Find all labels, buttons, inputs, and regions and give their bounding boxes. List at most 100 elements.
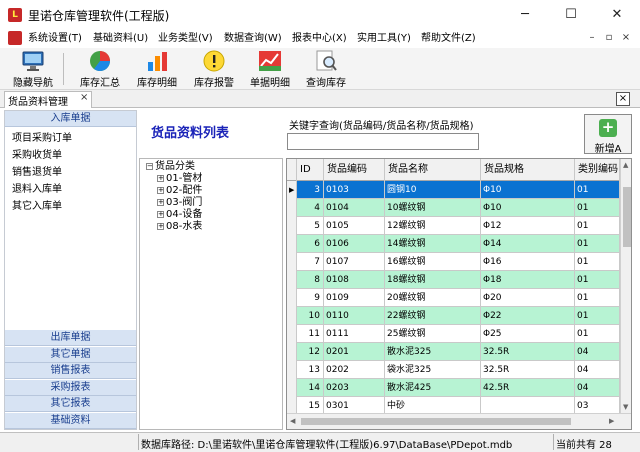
expand-icon[interactable]: + — [157, 175, 164, 182]
stock-detail-button[interactable]: 库存明细 — [130, 48, 184, 90]
cell-code[interactable]: 0103 — [324, 181, 385, 199]
nav-header-purchase-report[interactable]: 采购报表 — [5, 380, 136, 396]
nav-header-sales-report[interactable]: 销售报表 — [5, 363, 136, 379]
scroll-right-icon[interactable]: ▶ — [609, 417, 614, 425]
row-indicator[interactable] — [287, 271, 297, 289]
nav-header-inbound[interactable]: 入库单据 — [5, 111, 136, 127]
table-row[interactable]: 8 0108 18螺纹钢 Φ18 01 — [287, 271, 620, 289]
panel-close-icon[interactable]: × — [616, 92, 630, 106]
horizontal-scrollbar[interactable]: ◀ ▶ — [287, 413, 631, 429]
tree-node[interactable]: +01-管材 — [157, 173, 202, 185]
tree-root[interactable]: − 货品分类 — [146, 161, 195, 173]
expand-icon[interactable]: + — [157, 211, 164, 218]
table-row[interactable]: 12 0201 散水泥325 32.5R 04 — [287, 343, 620, 361]
cell-code[interactable]: 0105 — [324, 217, 385, 235]
nav-header-other-bills[interactable]: 其它单据 — [5, 347, 136, 363]
tree-node[interactable]: +03-阀门 — [157, 197, 202, 209]
tree-node[interactable]: +08-水表 — [157, 221, 202, 233]
table-row[interactable]: 6 0106 14螺纹钢 Φ14 01 — [287, 235, 620, 253]
table-row[interactable]: 9 0109 20螺纹钢 Φ20 01 — [287, 289, 620, 307]
cell-name[interactable]: 圆钢10 — [385, 181, 481, 199]
cell-name[interactable]: 16螺纹钢 — [385, 253, 481, 271]
stock-summary-button[interactable]: 库存汇总 — [73, 48, 127, 90]
scroll-down-icon[interactable]: ▼ — [623, 403, 628, 411]
cell-spec[interactable]: Φ10 — [481, 181, 575, 199]
cell-cat[interactable]: 01 — [575, 271, 620, 289]
cell-code[interactable]: 0301 — [324, 397, 385, 413]
table-row[interactable]: 15 0301 中砂 03 — [287, 397, 620, 413]
cell-code[interactable]: 0110 — [324, 307, 385, 325]
cell-code[interactable]: 0109 — [324, 289, 385, 307]
cell-cat[interactable]: 04 — [575, 343, 620, 361]
cell-spec[interactable]: 42.5R — [481, 379, 575, 397]
cell-code[interactable]: 0104 — [324, 199, 385, 217]
table-row[interactable]: 14 0203 散水泥425 42.5R 04 — [287, 379, 620, 397]
row-indicator[interactable] — [287, 361, 297, 379]
cell-spec[interactable] — [481, 397, 575, 413]
cell-code[interactable]: 0106 — [324, 235, 385, 253]
nav-item-sales-return[interactable]: 销售退货单 — [12, 165, 62, 181]
cell-id[interactable]: 6 — [297, 235, 324, 253]
cell-name[interactable]: 14螺纹钢 — [385, 235, 481, 253]
tab-close-icon[interactable]: × — [80, 92, 88, 103]
maximize-button[interactable]: ☐ — [548, 0, 594, 30]
table-row[interactable]: 7 0107 16螺纹钢 Φ16 01 — [287, 253, 620, 271]
menu-data-query[interactable]: 数据查询(W) — [224, 31, 282, 47]
cell-id[interactable]: 9 — [297, 289, 324, 307]
scroll-thumb[interactable] — [623, 187, 631, 247]
row-indicator[interactable] — [287, 379, 297, 397]
cell-cat[interactable]: 01 — [575, 217, 620, 235]
query-stock-button[interactable]: 查询库存 — [299, 48, 353, 90]
row-indicator[interactable] — [287, 307, 297, 325]
expand-icon[interactable]: + — [157, 223, 164, 230]
row-indicator[interactable] — [287, 397, 297, 413]
menu-basic-data[interactable]: 基础资料(U) — [93, 31, 148, 47]
cell-spec[interactable]: Φ14 — [481, 235, 575, 253]
cell-spec[interactable]: Φ20 — [481, 289, 575, 307]
table-row[interactable]: 11 0111 25螺纹钢 Φ25 01 — [287, 325, 620, 343]
cell-spec[interactable]: Φ12 — [481, 217, 575, 235]
cell-cat[interactable]: 04 — [575, 379, 620, 397]
nav-item-other-inbound[interactable]: 其它入库单 — [12, 199, 62, 215]
cell-spec[interactable]: Φ10 — [481, 199, 575, 217]
cell-id[interactable]: 15 — [297, 397, 324, 413]
nav-header-basic-data[interactable]: 基础资料 — [5, 413, 136, 429]
scroll-thumb[interactable] — [301, 418, 571, 425]
cell-name[interactable]: 中砂 — [385, 397, 481, 413]
cell-id[interactable]: 10 — [297, 307, 324, 325]
table-row[interactable]: 5 0105 12螺纹钢 Φ12 01 — [287, 217, 620, 235]
cell-code[interactable]: 0202 — [324, 361, 385, 379]
cell-id[interactable]: 5 — [297, 217, 324, 235]
expand-icon[interactable]: + — [157, 199, 164, 206]
mdi-minimize-icon[interactable]: – — [585, 31, 599, 45]
cell-cat[interactable]: 01 — [575, 289, 620, 307]
cell-cat[interactable]: 03 — [575, 397, 620, 413]
cell-id[interactable]: 14 — [297, 379, 324, 397]
cell-id[interactable]: 3 — [297, 181, 324, 199]
cell-spec[interactable]: Φ25 — [481, 325, 575, 343]
row-indicator[interactable] — [287, 199, 297, 217]
cell-cat[interactable]: 01 — [575, 199, 620, 217]
search-input[interactable] — [287, 133, 479, 150]
nav-item-material-return[interactable]: 退料入库单 — [12, 182, 62, 198]
menu-business-type[interactable]: 业务类型(V) — [158, 31, 213, 47]
vertical-scrollbar[interactable]: ▲ ▼ — [620, 159, 631, 413]
cell-id[interactable]: 12 — [297, 343, 324, 361]
tree-node[interactable]: +04-设备 — [157, 209, 202, 221]
menu-tools[interactable]: 实用工具(Y) — [357, 31, 411, 47]
hide-nav-button[interactable]: 隐藏导航 — [6, 48, 60, 90]
minimize-button[interactable]: ─ — [502, 0, 548, 30]
menu-help[interactable]: 帮助文件(Z) — [421, 31, 476, 47]
column-header-category[interactable]: 类别编码 — [575, 159, 620, 181]
column-header-id[interactable]: ID — [297, 159, 324, 181]
nav-item-purchase-receipt[interactable]: 采购收货单 — [12, 148, 62, 164]
cell-id[interactable]: 11 — [297, 325, 324, 343]
cell-name[interactable]: 10螺纹钢 — [385, 199, 481, 217]
row-indicator[interactable] — [287, 235, 297, 253]
cell-spec[interactable]: 32.5R — [481, 361, 575, 379]
row-indicator[interactable] — [287, 343, 297, 361]
stock-alert-button[interactable]: 库存报警 — [187, 48, 241, 90]
cell-cat[interactable]: 04 — [575, 361, 620, 379]
column-header-name[interactable]: 货品名称 — [385, 159, 481, 181]
cell-name[interactable]: 散水泥425 — [385, 379, 481, 397]
